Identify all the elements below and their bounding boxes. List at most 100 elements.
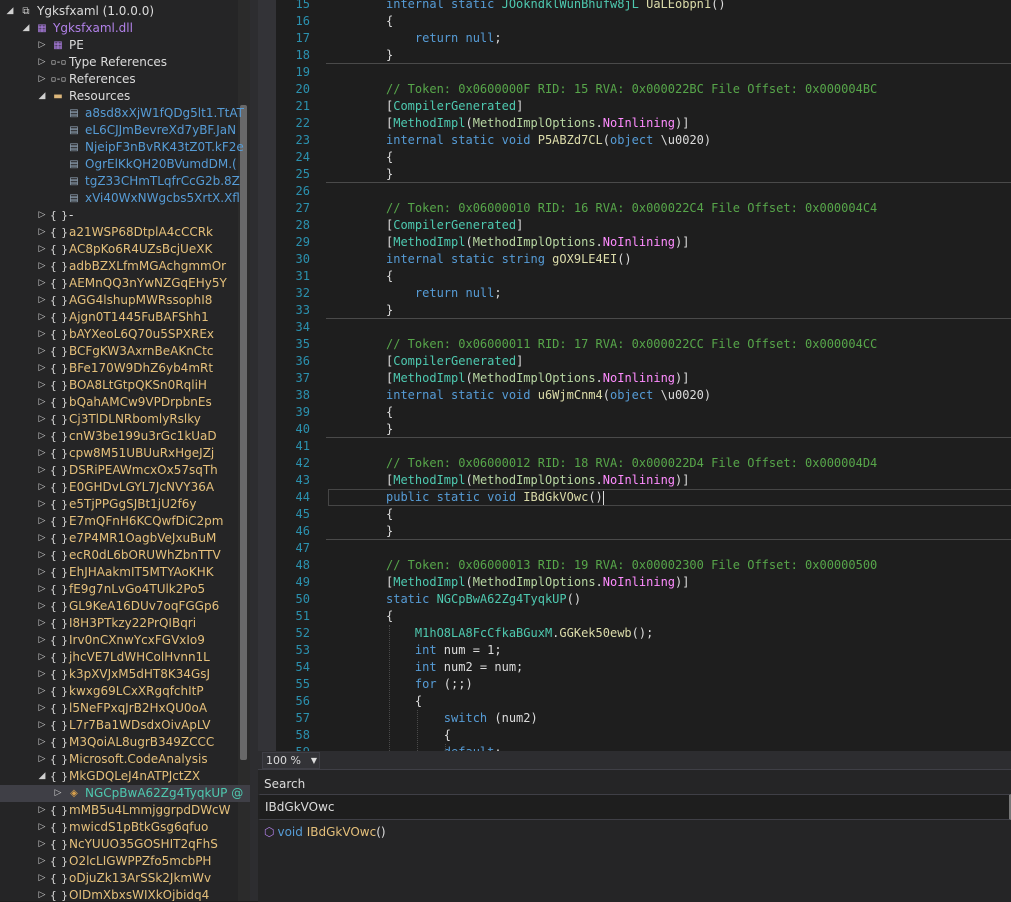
code-line[interactable]: 37 [MethodImpl(MethodImplOptions.NoInlini… [258,370,1011,387]
zoom-select[interactable]: 100 % ▼ [262,752,320,769]
tree-node[interactable]: ▷{ } e5TjPPGgSJBt1jU2f6y [0,496,250,513]
tree-node[interactable]: ▷{ } k3pXVJxM5dHT8K34GsJ [0,666,250,683]
tree-node[interactable]: ▤ tgZ33CHmTLqfrCcG2b.8Z [0,173,250,190]
code-line[interactable]: 32 return null; [258,285,1011,302]
expand-arrow-icon[interactable]: ▷ [36,309,48,326]
tree-node[interactable]: ▷{ } E7mQFnH6KCQwfDiC2pm [0,513,250,530]
expand-arrow-icon[interactable]: ▷ [36,513,48,530]
tree-node[interactable]: ▷{ } bQahAMCw9VPDrpbnEs [0,394,250,411]
code-line[interactable]: 55 for (;;) [258,676,1011,693]
expand-arrow-icon[interactable]: ▷ [36,887,48,901]
code-line[interactable]: 50 static NGCpBwA62Zg4TyqkUP() [258,591,1011,608]
expand-arrow-icon[interactable]: ▷ [36,870,48,887]
collapse-arrow-icon[interactable]: ◢ [20,20,32,37]
expand-arrow-icon[interactable]: ▷ [36,224,48,241]
code-line[interactable]: 58 { [258,727,1011,744]
expand-arrow-icon[interactable]: ▷ [36,54,48,71]
expand-arrow-icon[interactable]: ▷ [36,462,48,479]
code-line[interactable]: 26 [258,183,1011,200]
expand-arrow-icon[interactable]: ▷ [36,258,48,275]
expand-arrow-icon[interactable]: ▷ [36,71,48,88]
tree-node[interactable]: ▷{ } adbBZXLfmMGAchgmmOr [0,258,250,275]
expand-arrow-icon[interactable]: ▷ [36,853,48,870]
collapse-arrow-icon[interactable]: ◢ [36,88,48,105]
tree-node[interactable]: ▷{ } Cj3TlDLNRbomlyRslky [0,411,250,428]
tree-node[interactable]: ◢ ▬ Resources [0,88,250,105]
tree-node[interactable]: ▷{ } mMB5u4LmmjggrpdDWcW [0,802,250,819]
code-line[interactable]: 34 [258,319,1011,336]
tree-node[interactable]: ▷{ } l5NeFPxqJrB2HxQU0oA [0,700,250,717]
expand-arrow-icon[interactable]: ▷ [36,496,48,513]
code-line[interactable]: 35 // Token: 0x06000011 RID: 17 RVA: 0x00… [258,336,1011,353]
expand-arrow-icon[interactable]: ▷ [36,530,48,547]
code-line[interactable]: 46} [258,523,1011,540]
search-input[interactable] [258,794,1011,820]
code-line[interactable]: 41 [258,438,1011,455]
tree-node[interactable]: ▷{ } Irv0nCXnwYcxFGVxIo9 [0,632,250,649]
tree-node[interactable]: ▷{ } Microsoft.CodeAnalysis [0,751,250,768]
code-line[interactable]: 16 { [258,13,1011,30]
code-line[interactable]: 57 switch (num2) [258,710,1011,727]
code-line[interactable]: 22 [MethodImpl(MethodImplOptions.NoInlini… [258,115,1011,132]
tree-node[interactable]: ▤ OgrElKkQH20BVumdDM.( [0,156,250,173]
tree-node[interactable]: ▷ ◈ NGCpBwA62Zg4TyqkUP @ [0,785,250,802]
expand-arrow-icon[interactable]: ▷ [36,547,48,564]
expand-arrow-icon[interactable]: ▷ [36,394,48,411]
tree-node[interactable]: ◢{ } MkGDQLeJ4nATPJctZX [0,768,250,785]
expand-arrow-icon[interactable]: ▷ [36,326,48,343]
tree-node[interactable]: ▷{ } Ajgn0T1445FuBAFShh1 [0,309,250,326]
tree-node[interactable]: ▷{ } fE9g7nLvGo4TUlk2Po5 [0,581,250,598]
tree-node[interactable]: ▷{ } oDjuZk13ArSSk2JkmWv [0,870,250,887]
collapse-arrow-icon[interactable]: ◢ [4,3,16,20]
code-line[interactable]: 15 internal static JOokndklWunBhufw8jL Ua… [258,0,1011,13]
tree-node[interactable]: ▷{ } - [0,207,250,224]
code-line[interactable]: 54 int num2 = num; [258,659,1011,676]
expand-arrow-icon[interactable]: ▷ [36,683,48,700]
expand-arrow-icon[interactable]: ▷ [36,479,48,496]
code-line[interactable]: 42 // Token: 0x06000012 RID: 18 RVA: 0x00… [258,455,1011,472]
tree-node[interactable]: ▷{ } AEMnQQ3nYwNZGqEHy5Y [0,275,250,292]
code-editor[interactable]: 15 internal static JOokndklWunBhufw8jL Ua… [258,0,1011,751]
tree-node[interactable]: ▷{ } kwxg69LCxXRgqfchItP [0,683,250,700]
vertical-splitter[interactable] [250,0,258,769]
code-line[interactable]: 56 { [258,693,1011,710]
code-line[interactable]: 47 [258,540,1011,557]
code-line[interactable]: 45 { [258,506,1011,523]
code-line[interactable]: 53 int num = 1; [258,642,1011,659]
tree-node[interactable]: ▷{ } BFe170W9DhZ6yb4mRt [0,360,250,377]
code-line[interactable]: 25} [258,166,1011,183]
code-line[interactable]: 43 [MethodImpl(MethodImplOptions.NoInlini… [258,472,1011,489]
code-line[interactable]: 18} [258,47,1011,64]
code-line[interactable]: 30 internal static string gOX9LE4EI() [258,251,1011,268]
expand-arrow-icon[interactable]: ▷ [52,785,64,802]
code-line[interactable]: 48 // Token: 0x06000013 RID: 19 RVA: 0x00… [258,557,1011,574]
expand-arrow-icon[interactable]: ▷ [36,411,48,428]
expand-arrow-icon[interactable]: ▷ [36,700,48,717]
tree-node[interactable]: ▤ xVi40WxNWgcbs5XrtX.Xfl [0,190,250,207]
expand-arrow-icon[interactable]: ▷ [36,666,48,683]
assembly-tree[interactable]: ◢ ⧉ Ygksfxaml (1.0.0.0) ◢ ▦ Ygksfxaml.dll ▷ ▦ PE… [0,0,250,901]
tree-node[interactable]: ▷{ } bAYXeoL6Q70u5SPXREx [0,326,250,343]
tree-node[interactable]: ▷{ } e7P4MR1OagbVeJxuBuM [0,530,250,547]
tree-node[interactable]: ▤ NjeipF3nBvRK43tZ0T.kF2e [0,139,250,156]
expand-arrow-icon[interactable]: ▷ [36,343,48,360]
expand-arrow-icon[interactable]: ▷ [36,598,48,615]
tree-node[interactable]: ▷ ▫-▫ References [0,71,250,88]
code-line[interactable]: 31 { [258,268,1011,285]
tree-node[interactable]: ▷{ } a21WSP68DtplA4cCCRk [0,224,250,241]
collapse-arrow-icon[interactable]: ◢ [36,768,48,785]
expand-arrow-icon[interactable]: ▷ [36,275,48,292]
horizontal-scrollbar[interactable] [324,755,1011,765]
expand-arrow-icon[interactable]: ▷ [36,615,48,632]
expand-arrow-icon[interactable]: ▷ [36,836,48,853]
tree-node[interactable]: ▷{ } GL9KeA16DUv7oqFGGp6 [0,598,250,615]
code-line[interactable]: 28 [CompilerGenerated] [258,217,1011,234]
tree-node[interactable]: ▷{ } AGG4lshupMWRssophI8 [0,292,250,309]
code-line[interactable]: 40} [258,421,1011,438]
code-line[interactable]: 44 public static void IBdGkVOwc() [258,489,1011,506]
tree-node[interactable]: ▷ ▫-▫ Type References [0,54,250,71]
tree-node[interactable]: ▷{ } cnW3be199u3rGc1kUaD [0,428,250,445]
code-line[interactable]: 38 internal static void u6WjmCnm4(object … [258,387,1011,404]
expand-arrow-icon[interactable]: ▷ [36,734,48,751]
tree-node[interactable]: ◢ ▦ Ygksfxaml.dll [0,20,250,37]
